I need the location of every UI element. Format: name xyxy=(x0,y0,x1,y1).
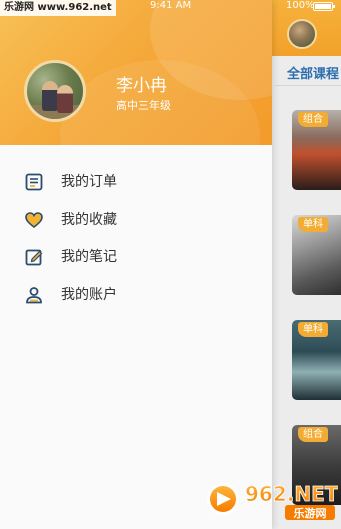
course-card[interactable]: 单科 xyxy=(292,215,341,295)
drawer-header: 李小冉 高中三年级 xyxy=(0,0,272,145)
battery-percent: 100% xyxy=(286,0,315,11)
course-type-badge: 单科 xyxy=(298,322,328,337)
battery-icon xyxy=(313,2,335,11)
avatar-photo-figure xyxy=(57,85,73,113)
order-list-icon xyxy=(24,172,44,192)
watermark-text: 乐游网 www.962.net xyxy=(0,0,116,16)
note-edit-icon xyxy=(24,247,44,267)
avatar-photo-figure xyxy=(42,81,58,111)
tab-divider xyxy=(275,85,341,86)
background-avatar[interactable] xyxy=(287,19,317,49)
menu-label-favorites: 我的收藏 xyxy=(61,211,117,228)
course-card[interactable]: 单科 xyxy=(292,320,341,400)
course-type-badge: 组合 xyxy=(298,427,328,442)
tab-all-courses[interactable]: 全部课程 xyxy=(287,63,339,82)
watermark-logo-subtext: 乐游网 xyxy=(294,506,327,520)
menu-item-orders[interactable]: 我的订单 xyxy=(0,163,272,201)
avatar[interactable] xyxy=(24,60,86,122)
course-card[interactable]: 组合 xyxy=(292,110,341,190)
user-grade: 高中三年级 xyxy=(116,99,171,112)
menu-item-account[interactable]: 我的账户 xyxy=(0,276,272,314)
course-type-badge: 组合 xyxy=(298,112,328,127)
course-type-badge: 单科 xyxy=(298,217,328,232)
side-drawer: 李小冉 高中三年级 我的订单 我的收藏 我的笔记 我的账户 xyxy=(0,0,272,529)
menu-label-notes: 我的笔记 xyxy=(61,249,117,265)
user-name: 李小冉 xyxy=(116,76,167,96)
menu-label-account: 我的账户 xyxy=(61,286,117,303)
heart-icon xyxy=(24,210,44,230)
user-account-icon xyxy=(24,285,44,305)
menu-item-favorites[interactable]: 我的收藏 xyxy=(0,201,272,239)
watermark-logo-text: 962.NET xyxy=(245,482,338,506)
status-time: 9:41 AM xyxy=(150,0,192,11)
watermark-logo: 962.NET 乐游网 xyxy=(207,482,338,520)
drawer-menu: 我的订单 我的收藏 我的笔记 我的账户 xyxy=(0,163,272,313)
menu-item-notes[interactable]: 我的笔记 xyxy=(0,238,272,276)
menu-label-orders: 我的订单 xyxy=(61,174,117,190)
